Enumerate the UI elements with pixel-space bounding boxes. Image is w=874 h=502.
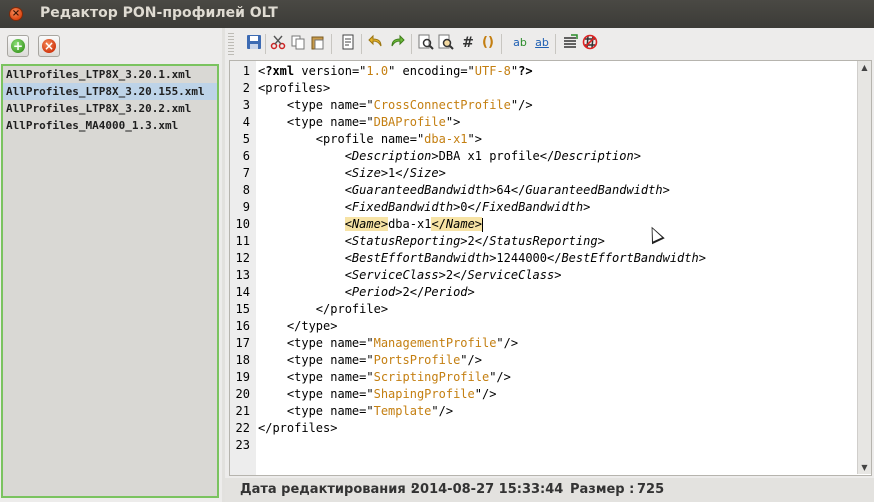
file-list-item[interactable]: AllProfiles_LTP8X_3.20.155.xml	[3, 83, 217, 100]
line-number: 17	[235, 336, 250, 350]
code-line[interactable]: <Description>DBA x1 profile</Description…	[258, 148, 641, 165]
toolbar-separator	[501, 34, 502, 54]
code-line[interactable]: <BestEffortBandwidth>1244000</BestEffort…	[258, 250, 706, 267]
document-icon[interactable]	[339, 34, 357, 52]
hash-icon[interactable]: #	[459, 34, 477, 52]
code-line[interactable]: <?xml version="1.0" encoding="UTF-8"?>	[258, 63, 533, 80]
paste-icon[interactable]	[309, 34, 327, 52]
line-number: 19	[235, 370, 250, 384]
remove-icon: ×	[42, 39, 56, 53]
code-line[interactable]: <type name="ScriptingProfile"/>	[258, 369, 511, 386]
code-line[interactable]: <type name="ManagementProfile"/>	[258, 335, 518, 352]
line-number: 8	[242, 183, 250, 197]
spellcheck-icon[interactable]: ab	[509, 34, 531, 52]
toolbar-separator	[411, 34, 412, 54]
code-line[interactable]: <type name="Template"/>	[258, 403, 453, 420]
code-line[interactable]: <FixedBandwidth>0</FixedBandwidth>	[258, 199, 591, 216]
line-number: 20	[235, 387, 250, 401]
undo-icon[interactable]	[367, 34, 385, 52]
add-file-button[interactable]: +	[7, 35, 29, 57]
file-list-item[interactable]: AllProfiles_LTP8X_3.20.1.xml	[3, 66, 217, 83]
save-icon[interactable]	[245, 34, 263, 52]
line-number: 23	[235, 438, 250, 452]
remove-file-button[interactable]: ×	[38, 35, 60, 57]
line-number: 11	[235, 234, 250, 248]
title-bar: × Редактор PON-профилей OLT	[0, 0, 874, 28]
line-number: 1	[242, 64, 250, 78]
file-list-item[interactable]: AllProfiles_LTP8X_3.20.2.xml	[3, 100, 217, 117]
code-line[interactable]: </profiles>	[258, 420, 337, 437]
find-icon[interactable]	[417, 34, 435, 52]
line-number: 12	[235, 251, 250, 265]
code-line[interactable]: <Period>2</Period>	[258, 284, 475, 301]
code-line[interactable]: <type name="DBAProfile">	[258, 114, 460, 131]
status-bar: Дата редактирования : 2014-08-27 15:33:4…	[225, 478, 874, 502]
add-icon: +	[11, 39, 25, 53]
line-number: 3	[242, 98, 250, 112]
vertical-scrollbar[interactable]: ▲ ▼	[857, 61, 871, 474]
toolbar-separator	[555, 34, 556, 54]
redo-icon[interactable]	[388, 34, 406, 52]
line-number: 21	[235, 404, 250, 418]
code-line[interactable]: <type name="PortsProfile"/>	[258, 352, 482, 369]
code-line[interactable]: <profiles>	[258, 80, 330, 97]
line-number: 15	[235, 302, 250, 316]
code-line[interactable]: <type name="ShapingProfile"/>	[258, 386, 497, 403]
panel-splitter[interactable]	[222, 28, 225, 502]
scroll-down-icon[interactable]: ▼	[858, 461, 871, 474]
size-label: Размер :	[570, 482, 635, 497]
code-line[interactable]: </type>	[258, 318, 338, 335]
line-number: 9	[242, 200, 250, 214]
line-number: 16	[235, 319, 250, 333]
line-number: 22	[235, 421, 250, 435]
replace-icon[interactable]	[437, 34, 455, 52]
xml-editor[interactable]: 1 <?xml version="1.0" encoding="UTF-8"?> 2…	[229, 60, 872, 476]
window-title: Редактор PON-профилей OLT	[40, 5, 278, 21]
line-number: 5	[242, 132, 250, 146]
file-list-toolbar: + ×	[0, 28, 222, 64]
edit-date-label: Дата редактирования :	[240, 482, 416, 497]
toolbar-separator	[361, 34, 362, 54]
code-line[interactable]: <GuaranteedBandwidth>64</GuaranteedBandw…	[258, 182, 670, 199]
line-number: 6	[242, 149, 250, 163]
line-number: 14	[235, 285, 250, 299]
code-line[interactable]: </profile>	[258, 301, 388, 318]
line-number: 4	[242, 115, 250, 129]
file-list[interactable]: AllProfiles_LTP8X_3.20.1.xml AllProfiles_…	[1, 64, 219, 498]
line-number: 18	[235, 353, 250, 367]
code-line[interactable]: <Size>1</Size>	[258, 165, 446, 182]
toolbar-handle[interactable]	[228, 33, 234, 55]
copy-icon[interactable]	[289, 34, 307, 52]
size-value: 725	[637, 482, 665, 497]
spellcheck-alt-icon[interactable]: ab	[531, 34, 553, 52]
no-format-icon[interactable]	[581, 34, 599, 52]
format-icon[interactable]	[561, 34, 579, 52]
line-number: 10	[235, 217, 250, 231]
code-line[interactable]: <Name>dba-x1</Name>	[258, 216, 484, 233]
scroll-up-icon[interactable]: ▲	[858, 61, 871, 74]
edit-date-value: 2014-08-27 15:33:44	[411, 482, 564, 497]
code-line[interactable]: <ServiceClass>2</ServiceClass>	[258, 267, 562, 284]
editor-toolbar: # () ab ab	[225, 28, 874, 60]
code-line[interactable]: <profile name="dba-x1">	[258, 131, 482, 148]
line-number: 7	[242, 166, 250, 180]
cut-icon[interactable]	[269, 34, 287, 52]
toolbar-separator	[265, 34, 266, 54]
line-number: 13	[235, 268, 250, 282]
toolbar-separator	[331, 34, 332, 54]
code-line[interactable]: <type name="CrossConnectProfile"/>	[258, 97, 533, 114]
code-line[interactable]: <StatusReporting>2</StatusReporting>	[258, 233, 605, 250]
file-list-item[interactable]: AllProfiles_MA4000_1.3.xml	[3, 117, 217, 134]
close-icon[interactable]: ×	[9, 7, 23, 21]
line-number: 2	[242, 81, 250, 95]
braces-icon[interactable]: ()	[479, 34, 497, 52]
